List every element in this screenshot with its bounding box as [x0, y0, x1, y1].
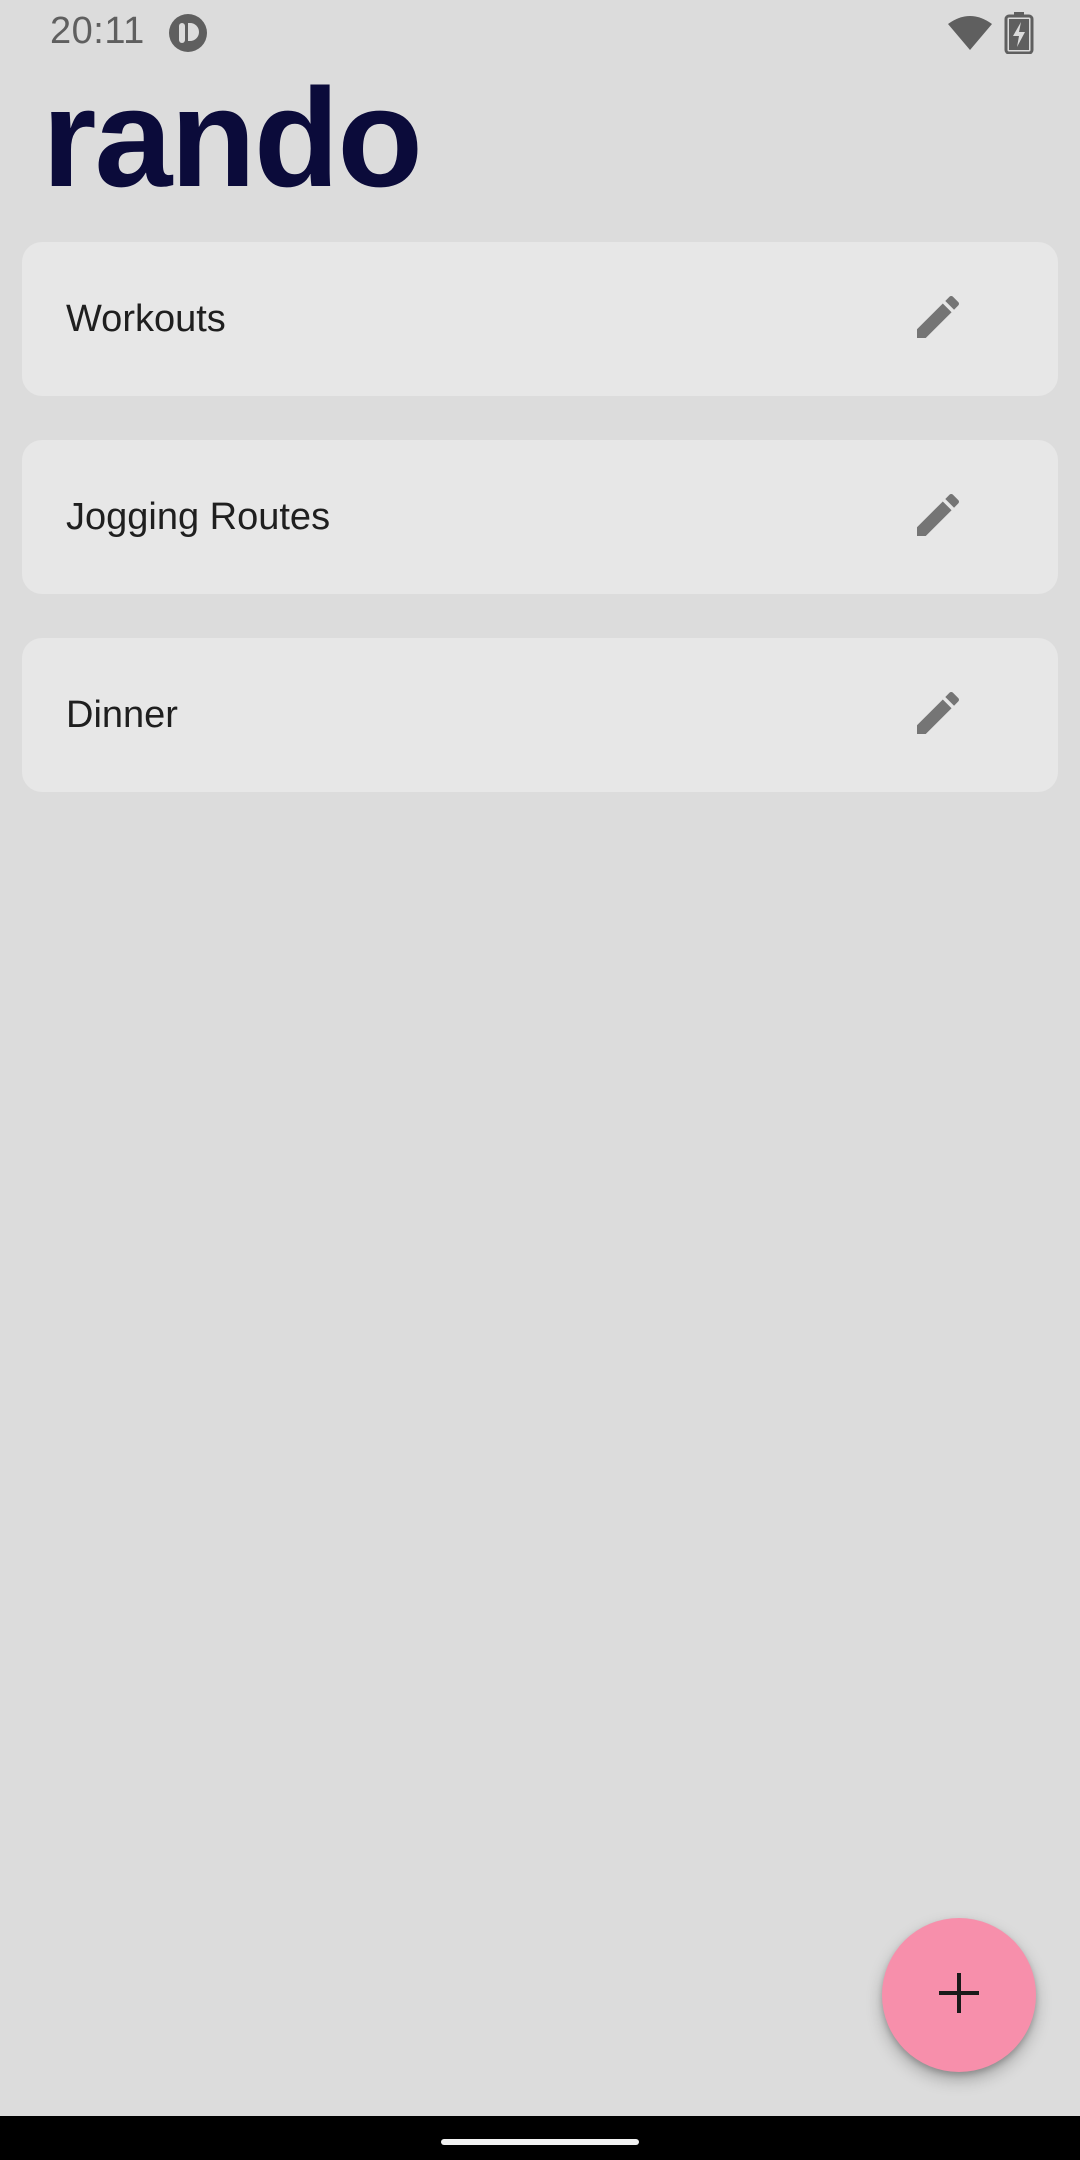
list-item[interactable]: Dinner [22, 638, 1058, 792]
list-item-label: Dinner [66, 694, 178, 736]
edit-button[interactable] [888, 467, 988, 567]
app-notification-icon [168, 13, 208, 53]
add-list-button[interactable] [882, 1918, 1036, 2072]
pencil-icon [910, 289, 966, 350]
edit-button[interactable] [888, 665, 988, 765]
status-time: 20:11 [50, 10, 145, 52]
list-item-label: Jogging Routes [66, 496, 331, 538]
list-item-label: Workouts [66, 298, 226, 340]
pencil-icon [910, 487, 966, 548]
pencil-icon [910, 685, 966, 746]
list-item[interactable]: Workouts [22, 242, 1058, 396]
list-container: Workouts Jogging Routes Dinner [22, 242, 1058, 836]
status-bar: 20:11 [0, 0, 1080, 66]
home-gesture-handle[interactable] [441, 2139, 639, 2145]
plus-icon [935, 1969, 983, 2022]
navigation-bar [0, 2116, 1080, 2160]
battery-charging-icon [1004, 12, 1034, 55]
list-item[interactable]: Jogging Routes [22, 440, 1058, 594]
edit-button[interactable] [888, 269, 988, 369]
wifi-icon [946, 14, 994, 52]
page-title: rando [42, 59, 423, 216]
